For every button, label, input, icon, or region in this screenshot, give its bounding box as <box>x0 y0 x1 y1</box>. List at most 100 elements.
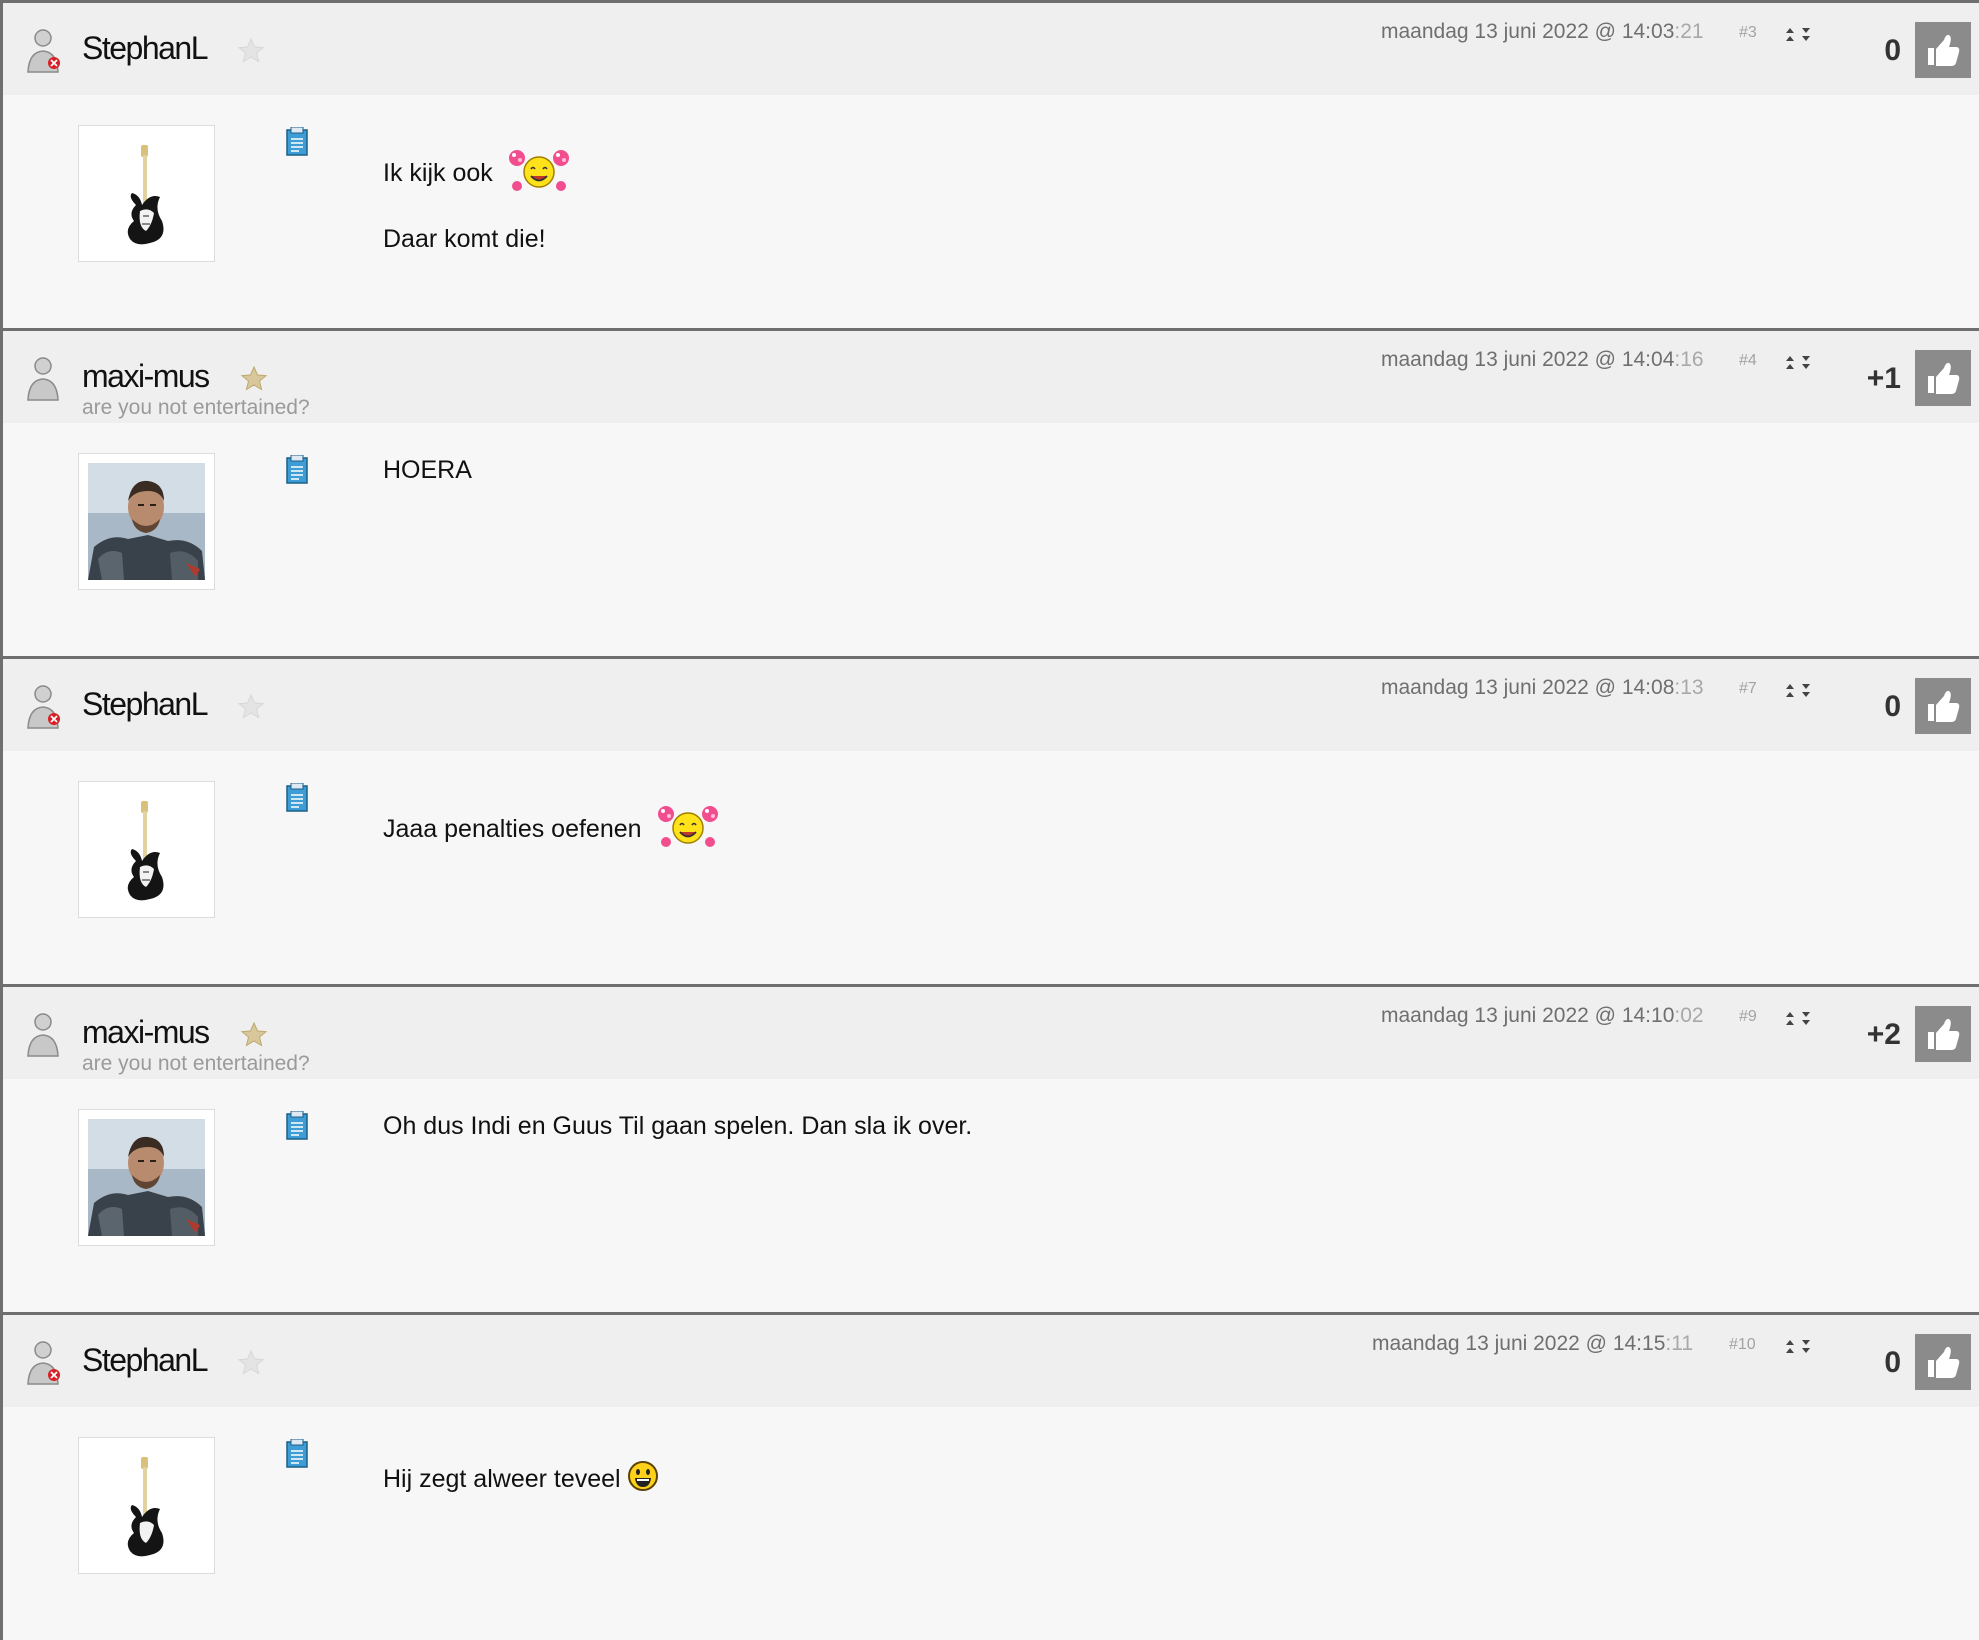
username[interactable]: StephanL <box>82 1341 209 1379</box>
star-icon <box>237 37 265 63</box>
user-icon <box>27 685 60 729</box>
up-down-arrows-icon[interactable] <box>1783 1009 1813 1029</box>
grinning-smiley-icon <box>627 1461 658 1491</box>
post-body: Oh dus Indi en Guus Til gaan spelen. Dan… <box>383 1111 972 1141</box>
guitar-avatar-image <box>88 1447 205 1564</box>
post-header: maxi-mus are you not entertained? maanda… <box>3 987 1979 1079</box>
username[interactable]: StephanL <box>82 29 209 67</box>
post-date-text: maandag 13 juni 2022 @ 14:10 <box>1381 1004 1675 1027</box>
post-text: HOERA <box>383 455 472 485</box>
post-date-text: maandag 13 juni 2022 @ 14:03 <box>1381 20 1675 43</box>
post-date: maandag 13 juni 2022 @ 14:10:02 <box>1381 1004 1704 1028</box>
up-down-arrows-icon[interactable] <box>1783 1337 1813 1357</box>
post-body: Hij zegt alweer teveel <box>383 1460 659 1494</box>
up-down-arrows-icon[interactable] <box>1783 681 1813 701</box>
post-body: Ik kijk ook Daar komt die! <box>383 148 571 254</box>
post-date: maandag 13 juni 2022 @ 14:08:13 <box>1381 676 1704 700</box>
post-text: Ik kijk ook <box>383 148 571 191</box>
post-text: Hij zegt alweer teveel <box>383 1460 659 1494</box>
thumbs-up-button[interactable] <box>1915 22 1971 78</box>
up-down-arrows-icon[interactable] <box>1783 353 1813 373</box>
guitar-avatar-image <box>88 135 205 252</box>
note-icon[interactable] <box>284 455 310 485</box>
post-text-line: Oh dus Indi en Guus Til gaan spelen. Dan… <box>383 1112 973 1140</box>
avatar[interactable] <box>78 125 215 262</box>
note-icon[interactable] <box>284 127 310 157</box>
thumbs-up-icon <box>1928 1346 1960 1378</box>
post-header: StephanL maandag 13 juni 2022 @ 14:15:11… <box>3 1315 1979 1407</box>
post-date: maandag 13 juni 2022 @ 14:15:11 <box>1372 1332 1693 1356</box>
note-icon[interactable] <box>284 783 310 813</box>
gladiator-avatar-image <box>88 1119 205 1236</box>
gladiator-avatar-image <box>88 463 205 580</box>
thumbs-up-button[interactable] <box>1915 678 1971 734</box>
post-number[interactable]: #7 <box>1739 680 1757 698</box>
post: StephanL maandag 13 juni 2022 @ 14:08:13… <box>0 656 1979 984</box>
up-down-arrows-icon[interactable] <box>1783 25 1813 45</box>
post-date: maandag 13 juni 2022 @ 14:03:21 <box>1381 20 1704 44</box>
post-text: Oh dus Indi en Guus Til gaan spelen. Dan… <box>383 1111 972 1141</box>
avatar[interactable] <box>78 1109 215 1246</box>
post-header: StephanL maandag 13 juni 2022 @ 14:08:13… <box>3 659 1979 751</box>
vote-score: 0 <box>1884 1346 1901 1379</box>
post-text-line: Jaaa penalties oefenen <box>383 815 642 843</box>
post-date: maandag 13 juni 2022 @ 14:04:16 <box>1381 348 1704 372</box>
thumbs-up-icon <box>1928 1018 1960 1050</box>
post-date-seconds: :02 <box>1674 1004 1704 1027</box>
post-text-line: Daar komt die! <box>383 225 546 253</box>
post-text-line: Hij zegt alweer teveel <box>383 1465 621 1493</box>
post: StephanL maandag 13 juni 2022 @ 14:03:21… <box>0 0 1979 328</box>
post-date-seconds: :11 <box>1665 1332 1694 1355</box>
post-number[interactable]: #10 <box>1729 1336 1756 1354</box>
post-date-seconds: :16 <box>1674 348 1704 371</box>
star-icon <box>240 365 268 391</box>
avatar[interactable] <box>78 453 215 590</box>
username[interactable]: StephanL <box>82 685 209 723</box>
avatar[interactable] <box>78 1437 215 1574</box>
post: maxi-mus are you not entertained? maanda… <box>0 984 1979 1312</box>
user-icon <box>27 357 59 401</box>
post-body: HOERA <box>383 455 472 485</box>
post-date-text: maandag 13 juni 2022 @ 14:04 <box>1381 348 1675 371</box>
post-body: Jaaa penalties oefenen <box>383 804 720 847</box>
thumbs-up-icon <box>1928 690 1960 722</box>
post-header: StephanL maandag 13 juni 2022 @ 14:03:21… <box>3 3 1979 95</box>
cheerleader-smiley-icon <box>508 150 569 191</box>
post-number[interactable]: #3 <box>1739 24 1757 42</box>
post-date-text: maandag 13 juni 2022 @ 14:15 <box>1372 1332 1666 1355</box>
post: StephanL maandag 13 juni 2022 @ 14:15:11… <box>0 1312 1979 1640</box>
vote-score: +1 <box>1866 362 1901 395</box>
post-text: Jaaa penalties oefenen <box>383 804 720 847</box>
post-text: Daar komt die! <box>383 224 571 254</box>
avatar[interactable] <box>78 781 215 918</box>
note-icon[interactable] <box>284 1111 310 1141</box>
post-number[interactable]: #9 <box>1739 1008 1757 1026</box>
thumbs-up-button[interactable] <box>1915 350 1971 406</box>
vote-score: 0 <box>1884 690 1901 723</box>
post-text-line: HOERA <box>383 456 472 484</box>
user-icon <box>27 1341 60 1385</box>
vote-score: +2 <box>1866 1018 1901 1051</box>
post-header: maxi-mus are you not entertained? maanda… <box>3 331 1979 423</box>
note-icon[interactable] <box>284 1439 310 1469</box>
post-number[interactable]: #4 <box>1739 352 1757 370</box>
user-title: are you not entertained? <box>82 1052 310 1075</box>
post-text-line: Ik kijk ook <box>383 159 493 187</box>
star-icon <box>237 693 265 719</box>
cheerleader-smiley-icon <box>657 806 718 847</box>
thumbs-up-icon <box>1928 362 1960 394</box>
guitar-avatar-image <box>88 791 205 908</box>
star-icon <box>237 1349 265 1375</box>
star-icon <box>240 1021 268 1047</box>
user-icon <box>27 1013 59 1057</box>
thumbs-up-icon <box>1928 34 1960 66</box>
thumbs-up-button[interactable] <box>1915 1334 1971 1390</box>
post-date-seconds: :13 <box>1674 676 1704 699</box>
post-date-seconds: :21 <box>1674 20 1704 43</box>
user-title: are you not entertained? <box>82 396 310 419</box>
post: maxi-mus are you not entertained? maanda… <box>0 328 1979 656</box>
username[interactable]: maxi-mus <box>82 357 210 395</box>
thumbs-up-button[interactable] <box>1915 1006 1971 1062</box>
post-date-text: maandag 13 juni 2022 @ 14:08 <box>1381 676 1675 699</box>
username[interactable]: maxi-mus <box>82 1013 210 1051</box>
